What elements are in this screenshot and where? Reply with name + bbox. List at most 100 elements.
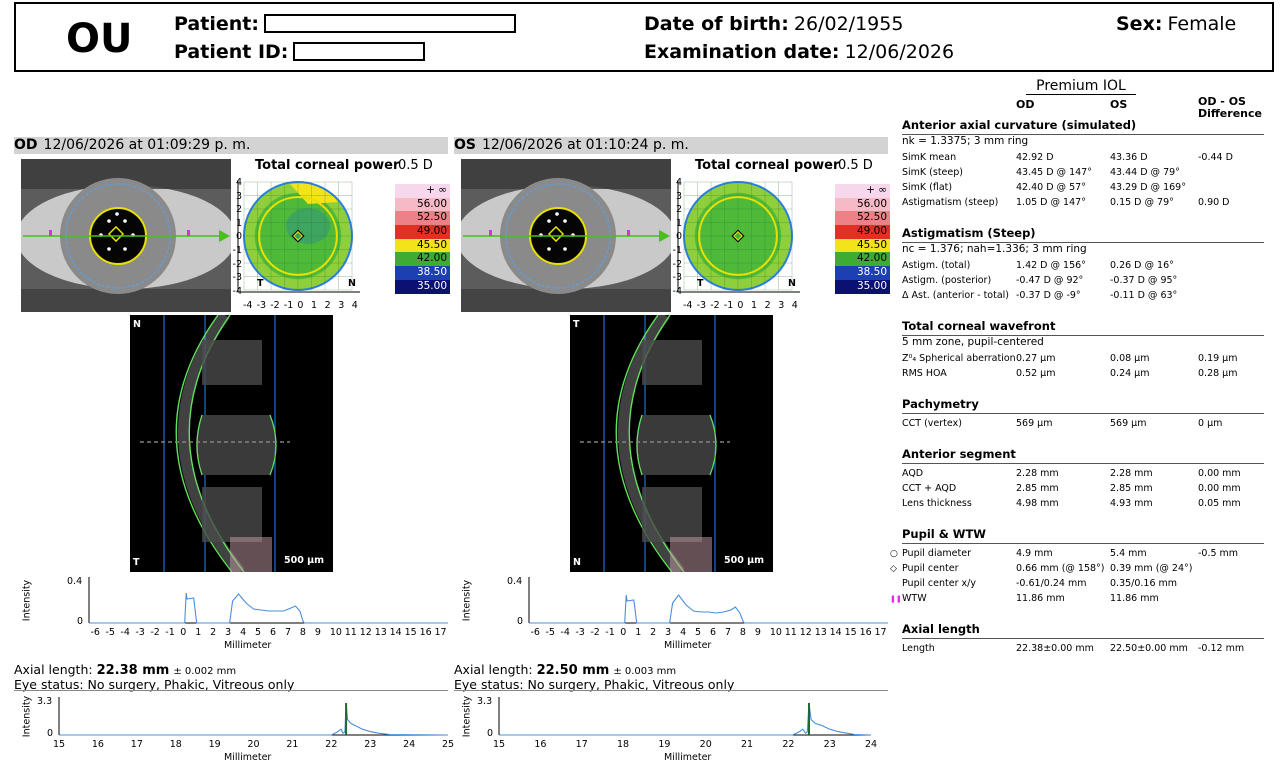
series-line [59, 702, 449, 736]
map-y-tick: -1 [232, 245, 242, 256]
diff-value: 0.19 µm [1198, 353, 1238, 364]
scheimpflug-top-marker: T [573, 319, 580, 330]
axial-length-label: Axial length: [14, 662, 93, 677]
row-label-text: SimK (flat) [902, 182, 953, 193]
color-scale-step: + ∞ [395, 184, 450, 198]
table-row: Astigm. (posterior) -0.47 D @ 92° -0.37 D … [902, 275, 1264, 289]
x-tick-label: 1 [195, 627, 202, 638]
sex-value: Female [1167, 13, 1237, 35]
diff-value: -0.12 mm [1198, 643, 1245, 654]
table-row: ○ Pupil diameter 4.9 mm 5.4 mm -0.5 mm [890, 548, 1264, 562]
os-value: 2.28 mm [1110, 468, 1153, 479]
diff-value: 0 µm [1198, 418, 1223, 429]
x-tick-label: 2 [210, 627, 217, 638]
od-value: 0.52 µm [1016, 368, 1056, 379]
section-subtitle: nk = 1.3375; 3 mm ring [902, 135, 1029, 147]
os-value: 0.26 D @ 16° [1110, 260, 1174, 271]
row-label-text: Z⁰₄ Spherical aberration [902, 353, 1016, 364]
table-row: CCT + AQD 2.85 mm 2.85 mm 0.00 mm [902, 483, 1264, 497]
scheimpflug-image [570, 315, 773, 572]
os-value: 5.4 mm [1110, 548, 1147, 559]
x-tick-label: 20 [247, 739, 260, 750]
x-tick-label: -1 [165, 627, 175, 638]
diff-value: 0.00 mm [1198, 483, 1241, 494]
divider [14, 690, 448, 691]
row-label: AQD [902, 468, 923, 479]
dob-label: Date of birth: [644, 13, 789, 35]
axial-length-line: Axial length: 22.38 mm ± 0.002 mm [14, 662, 236, 678]
x-tick-label: 16 [419, 627, 432, 638]
exam-timestamp: 12/06/2026 at 01:10:24 p. m. [481, 137, 689, 153]
x-tick-label: -2 [150, 627, 160, 638]
map-y-tick: 4 [235, 177, 242, 188]
map-y-tick: 2 [235, 204, 242, 216]
color-scale-step: 56.00 [395, 197, 450, 212]
diff-value: 0.05 mm [1198, 498, 1241, 509]
row-label: Lens thickness [902, 498, 972, 509]
x-tick-label: 20 [699, 739, 712, 750]
diff-value: 0.00 mm [1198, 468, 1241, 479]
os-value: 11.86 mm [1110, 593, 1159, 604]
wtw-marker-icon: ❚❚ [890, 595, 902, 603]
line-chart [88, 577, 448, 624]
od-value: 4.9 mm [1016, 548, 1053, 559]
table-row: Lens thickness 4.98 mm 4.93 mm 0.05 mm [902, 498, 1264, 512]
line-chart [528, 577, 888, 624]
col-diff-header: OD - OS Difference [1198, 95, 1262, 120]
x-tick-label: 0 [620, 627, 627, 638]
map-y-tick: 1 [235, 217, 242, 229]
eye-code: OS [454, 137, 476, 153]
x-tick-label: 24 [403, 739, 416, 750]
table-row: SimK (steep) 43.45 D @ 147° 43.44 D @ 79° [902, 167, 1264, 181]
table-row: SimK (flat) 42.40 D @ 57° 43.29 D @ 169° [902, 182, 1264, 196]
table-row: Astigm. (total) 1.42 D @ 156° 0.26 D @ 16° [902, 260, 1264, 274]
axial-length-label: Axial length: [454, 662, 533, 677]
od-value: 2.28 mm [1016, 468, 1059, 479]
x-tick-label: 11 [784, 627, 797, 638]
os-value: 0.08 µm [1110, 353, 1150, 364]
os-value: 4.93 mm [1110, 498, 1153, 509]
row-label: ○ Pupil diameter [890, 548, 971, 559]
row-label: RMS HOA [902, 368, 947, 379]
x-tick-label: 18 [169, 739, 182, 750]
table-row: Δ Ast. (anterior - total) -0.37 D @ -9° -0… [902, 290, 1264, 304]
x-tick-label: 14 [829, 627, 842, 638]
circle-icon: ○ [890, 549, 898, 559]
x-tick-label: -6 [530, 627, 540, 638]
map-y-tick: 2 [675, 204, 682, 216]
row-label-text: Astigmatism (steep) [902, 197, 999, 208]
row-label: Astigmatism (steep) [902, 197, 998, 208]
patient-id-redacted [293, 42, 426, 61]
section-title: Pupil & WTW [902, 527, 1264, 544]
x-axis-label: Millimeter [664, 752, 712, 763]
map-x-tick: 1 [311, 300, 318, 311]
x-tick-label: 12 [799, 627, 812, 638]
scheimpflug-top-marker: N [133, 319, 141, 330]
x-tick-label: 22 [325, 739, 338, 750]
map-y-tick: 3 [675, 190, 682, 202]
map-y-tick: -1 [672, 245, 682, 256]
os-value: 0.24 µm [1110, 368, 1150, 379]
eye-photo [461, 159, 671, 312]
row-label-text: SimK mean [902, 152, 957, 163]
exam-timestamp: 12/06/2026 at 01:09:29 p. m. [43, 137, 251, 153]
x-tick-label: 8 [299, 627, 306, 638]
series-line [89, 592, 448, 624]
x-tick-label: 7 [284, 627, 291, 638]
x-tick-label: 7 [724, 627, 731, 638]
section-subtitle: nc = 1.376; nah=1.336; 3 mm ring [902, 243, 1087, 255]
color-scale-step: 35.00 [835, 279, 890, 294]
corneal-power-map [677, 180, 800, 293]
corneal-power-map [237, 180, 360, 293]
color-scale-step: 38.50 [395, 266, 450, 280]
color-scale-step: 49.00 [835, 225, 890, 239]
exam-date-label: Examination date: [644, 41, 840, 63]
dob-value: 26/02/1955 [793, 13, 904, 35]
row-label: SimK (flat) [902, 182, 952, 193]
col-od-header: OD [1016, 98, 1035, 111]
diff-value: -0.44 D [1198, 152, 1233, 163]
x-tick-label: -3 [135, 627, 145, 638]
os-value: 22.50±0.00 mm [1110, 643, 1188, 654]
row-label: Length [902, 643, 935, 654]
x-tick-label: 17 [874, 627, 887, 638]
